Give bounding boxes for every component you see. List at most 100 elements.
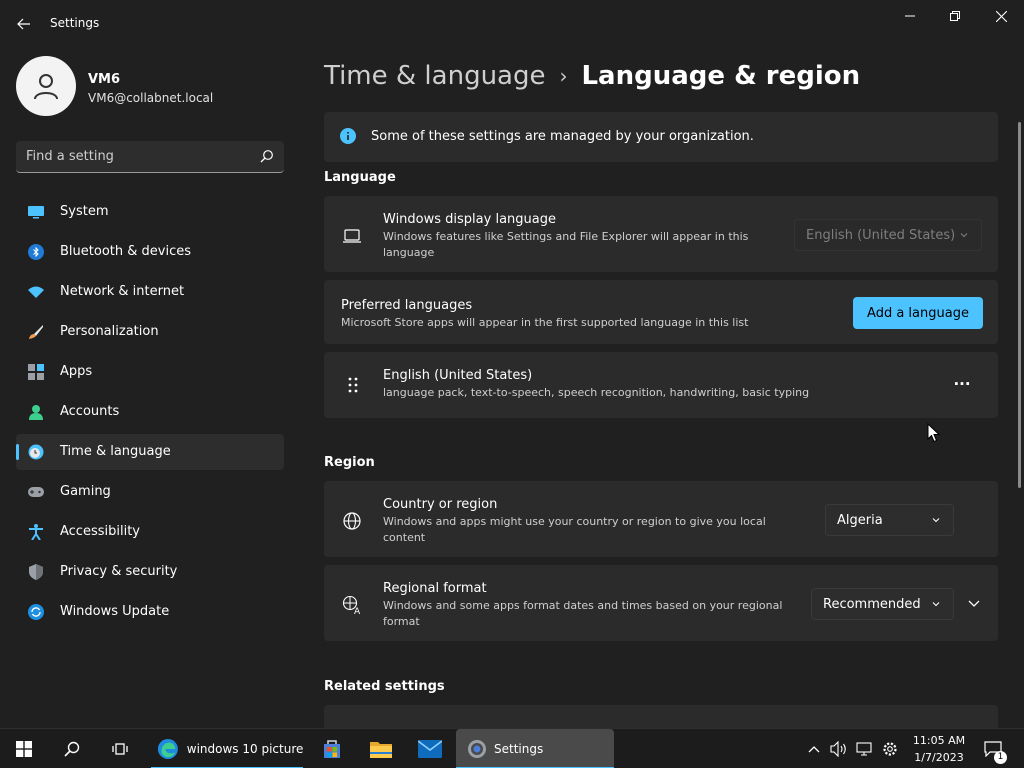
preferred-languages-card: Preferred languages Microsoft Store apps… bbox=[324, 280, 998, 344]
section-title-language: Language bbox=[324, 170, 396, 185]
user-name: VM6 bbox=[88, 72, 121, 87]
taskbar-app-label: windows 10 picture... bbox=[186, 742, 303, 756]
show-hidden-icons-button[interactable] bbox=[804, 729, 824, 768]
app-title: Settings bbox=[50, 16, 100, 30]
notification-count-badge: 1 bbox=[994, 751, 1007, 764]
installed-language-title: English (United States) bbox=[383, 368, 533, 383]
installed-language-row[interactable]: English (United States) language pack, t… bbox=[324, 352, 998, 418]
breadcrumb-parent[interactable]: Time & language bbox=[324, 61, 545, 91]
start-button[interactable] bbox=[8, 729, 40, 768]
windows-logo-icon bbox=[16, 741, 32, 757]
breadcrumb-separator: › bbox=[559, 64, 568, 88]
country-region-card: Country or region Windows and apps might… bbox=[324, 481, 998, 557]
sidebar-item-network[interactable]: Network & internet bbox=[16, 274, 284, 310]
search-box[interactable] bbox=[16, 141, 284, 173]
chevron-up-icon bbox=[808, 746, 820, 753]
scrollbar-thumb[interactable] bbox=[1018, 122, 1021, 488]
minimize-icon bbox=[905, 15, 915, 17]
taskbar-clock[interactable]: 11:05 AM 1/7/2023 bbox=[903, 732, 975, 766]
person-icon bbox=[34, 74, 58, 100]
sidebar-item-label: Apps bbox=[60, 364, 93, 379]
volume-button[interactable] bbox=[828, 729, 850, 768]
sidebar-item-label: Bluetooth & devices bbox=[60, 244, 191, 259]
apps-icon bbox=[28, 364, 44, 380]
sidebar-item-label: Network & internet bbox=[60, 284, 185, 299]
display-language-desc: Windows features like Settings and File … bbox=[383, 230, 749, 259]
taskbar-store-button[interactable] bbox=[316, 729, 348, 768]
more-options-button[interactable]: ··· bbox=[944, 370, 980, 398]
display-language-title: Windows display language bbox=[383, 212, 556, 227]
preferred-languages-desc: Microsoft Store apps will appear in the … bbox=[341, 316, 749, 329]
page-title: Language & region bbox=[581, 61, 861, 91]
sidebar-item-bluetooth[interactable]: Bluetooth & devices bbox=[16, 234, 284, 270]
back-button[interactable] bbox=[12, 12, 36, 36]
regional-format-card: A Regional format Windows and some apps … bbox=[324, 565, 998, 641]
sidebar-item-label: Accessibility bbox=[60, 524, 140, 539]
notice-text: Some of these settings are managed by yo… bbox=[371, 129, 754, 144]
sidebar-item-label: Accounts bbox=[60, 404, 120, 419]
search-input[interactable] bbox=[26, 141, 246, 172]
dropdown-value: English (United States) bbox=[806, 227, 956, 243]
chevron-down-icon bbox=[932, 518, 940, 523]
chevron-down-icon bbox=[932, 602, 940, 607]
clock-globe-icon bbox=[28, 444, 44, 460]
brush-icon bbox=[29, 325, 43, 339]
avatar bbox=[16, 56, 76, 116]
section-title-related: Related settings bbox=[324, 679, 445, 694]
network-button[interactable] bbox=[853, 729, 875, 768]
system-icon bbox=[28, 206, 44, 219]
managed-notice: Some of these settings are managed by yo… bbox=[324, 112, 998, 162]
sidebar-item-accessibility[interactable]: Accessibility bbox=[16, 514, 284, 550]
bluetooth-icon bbox=[28, 244, 44, 260]
country-region-desc: Windows and apps might use your country … bbox=[383, 515, 766, 544]
task-view-button[interactable] bbox=[104, 729, 136, 768]
section-title-region: Region bbox=[324, 455, 375, 470]
taskbar-explorer-button[interactable] bbox=[365, 729, 397, 768]
title-bar: Settings bbox=[0, 0, 1024, 48]
mail-icon bbox=[418, 740, 442, 758]
regional-format-title: Regional format bbox=[383, 581, 487, 596]
dropdown-value: Algeria bbox=[837, 512, 883, 528]
store-icon bbox=[324, 740, 340, 758]
notifications-button[interactable]: 1 bbox=[980, 729, 1007, 768]
related-settings-card[interactable] bbox=[324, 705, 998, 728]
sidebar-item-gaming[interactable]: Gaming bbox=[16, 474, 284, 510]
mouse-cursor-icon bbox=[927, 423, 941, 443]
expand-button[interactable] bbox=[962, 591, 986, 615]
sidebar-item-system[interactable]: System bbox=[16, 194, 284, 230]
sidebar-item-personalization[interactable]: Personalization bbox=[16, 314, 284, 350]
taskbar-mail-button[interactable] bbox=[414, 729, 446, 768]
sidebar-item-time-language[interactable]: Time & language bbox=[16, 434, 284, 470]
user-email: VM6@collabnet.local bbox=[88, 91, 214, 105]
country-region-dropdown[interactable]: Algeria bbox=[825, 504, 954, 536]
quick-settings-button[interactable] bbox=[879, 729, 901, 768]
taskbar-search-button[interactable] bbox=[56, 729, 88, 768]
taskbar-app-label: Settings bbox=[494, 742, 544, 756]
close-button[interactable] bbox=[978, 0, 1024, 32]
sidebar-item-label: System bbox=[60, 204, 109, 219]
gamepad-icon bbox=[28, 487, 44, 497]
sidebar-item-apps[interactable]: Apps bbox=[16, 354, 284, 390]
clock-date: 1/7/2023 bbox=[914, 751, 964, 764]
minimize-button[interactable] bbox=[887, 0, 933, 32]
sidebar-item-privacy[interactable]: Privacy & security bbox=[16, 554, 284, 590]
preferred-languages-title: Preferred languages bbox=[341, 298, 473, 313]
sidebar-item-accounts[interactable]: Accounts bbox=[16, 394, 284, 430]
breadcrumb: Time & language › Language & region bbox=[324, 56, 860, 96]
add-language-button[interactable]: Add a language bbox=[853, 297, 983, 329]
svg-text:A: A bbox=[354, 607, 361, 615]
taskbar: windows 10 picture... Settings 11:05 AM … bbox=[0, 728, 1024, 768]
person-icon bbox=[29, 405, 43, 420]
gear-icon bbox=[883, 742, 897, 756]
display-language-dropdown[interactable]: English (United States) bbox=[794, 219, 982, 251]
sidebar-item-windows-update[interactable]: Windows Update bbox=[16, 594, 284, 630]
taskbar-app-settings[interactable]: Settings bbox=[456, 729, 614, 768]
regional-format-dropdown[interactable]: Recommended bbox=[811, 588, 954, 620]
task-view-icon bbox=[112, 743, 128, 755]
taskbar-app-edge[interactable]: windows 10 picture... bbox=[151, 729, 303, 768]
sidebar-nav: System Bluetooth & devices Network & int… bbox=[16, 194, 284, 634]
restore-button[interactable] bbox=[932, 0, 978, 32]
search-icon bbox=[64, 741, 80, 757]
drag-handle-icon[interactable] bbox=[344, 375, 364, 395]
user-profile[interactable]: VM6 VM6@collabnet.local bbox=[16, 56, 296, 118]
